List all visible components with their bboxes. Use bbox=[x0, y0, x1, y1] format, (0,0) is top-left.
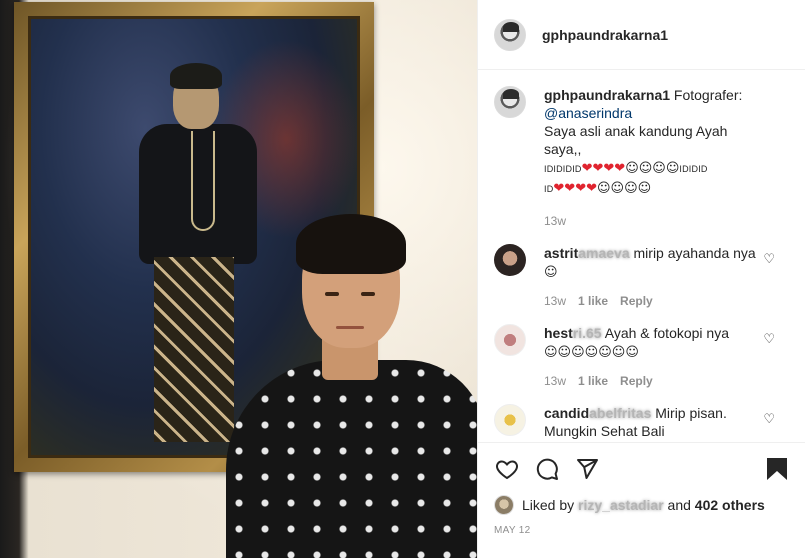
comment-text: hestri.65 Ayah & fotokopi nya ☺☺☺☺☺☺☺ bbox=[544, 324, 759, 362]
commenter-avatar[interactable] bbox=[494, 324, 526, 356]
heart-emoji-icon: ❤❤❤❤ bbox=[553, 181, 597, 196]
commenter-avatar[interactable] bbox=[494, 244, 526, 276]
painted-figure-cap bbox=[170, 63, 222, 89]
comment-content-line2: Mungkin Sehat Bali bbox=[544, 423, 665, 439]
man-eye bbox=[325, 292, 339, 296]
caption-emoji-prefix-2: ID bbox=[544, 184, 554, 194]
comment-content: Mirip pisan. bbox=[655, 405, 727, 421]
action-bar bbox=[494, 453, 790, 485]
comment-body: hestri.65 Ayah & fotokopi nya ☺☺☺☺☺☺☺ 13… bbox=[544, 324, 789, 404]
caption-prefix: Fotografer: bbox=[673, 87, 743, 103]
author-username[interactable]: gphpaundrakarna1 bbox=[542, 27, 668, 43]
bookmark-icon[interactable] bbox=[764, 456, 790, 482]
comment-content: Ayah & fotokopi nya bbox=[604, 325, 730, 341]
post-header: gphpaundrakarna1 bbox=[478, 0, 805, 70]
liked-by-name: rizy_astadiar bbox=[578, 497, 664, 513]
liked-by-prefix: Liked by bbox=[522, 497, 575, 513]
comment-content: mirip ayahanda nya bbox=[633, 245, 756, 261]
caption-time[interactable]: 13w bbox=[544, 214, 566, 228]
comment-heart-icon[interactable]: ♡ bbox=[763, 332, 775, 347]
comment-body: candidabelfritas Mirip pisan. Mungkin Se… bbox=[544, 404, 789, 440]
comment-username[interactable]: astrit bbox=[544, 245, 578, 261]
man-hair bbox=[296, 214, 406, 274]
comment-text: candidabelfritas Mirip pisan. Mungkin Se… bbox=[544, 404, 759, 440]
man-eye bbox=[361, 292, 375, 296]
author-avatar[interactable] bbox=[494, 18, 526, 51]
painted-figure-sarong bbox=[154, 257, 234, 442]
caption-line2: Saya asli anak kandung Ayah saya,, bbox=[544, 123, 728, 157]
comment-item: hestri.65 Ayah & fotokopi nya ☺☺☺☺☺☺☺ 13… bbox=[494, 324, 789, 404]
comment-text: astritamaeva mirip ayahanda nya ☺ bbox=[544, 244, 759, 282]
reply-button[interactable]: Reply bbox=[620, 374, 653, 388]
comment-heart-icon[interactable]: ♡ bbox=[763, 252, 775, 267]
man-shirt bbox=[226, 360, 477, 558]
comment-meta: 13w 1 like Reply bbox=[544, 374, 759, 388]
royal-face-emoji-icon: ☺☺☺☺ bbox=[625, 161, 680, 176]
caption-emoji-suffix-1: IDIDID bbox=[679, 164, 708, 174]
comment-heart-icon[interactable]: ♡ bbox=[763, 412, 775, 427]
liked-by-conjunction: and bbox=[667, 497, 691, 513]
comment-username[interactable]: hest bbox=[544, 325, 573, 341]
liked-by-others[interactable]: 402 others bbox=[695, 497, 765, 513]
painted-figure-chain bbox=[191, 131, 215, 231]
comment-username-obscured: ri.65 bbox=[572, 325, 602, 341]
comment-time[interactable]: 13w bbox=[544, 294, 566, 308]
comment-item: astritamaeva mirip ayahanda nya ☺ 13w 1 … bbox=[494, 244, 789, 324]
caption-username[interactable]: gphpaundrakarna1 bbox=[544, 87, 670, 103]
comment-meta: 13w 1 like Reply bbox=[544, 294, 759, 308]
liked-by: Liked by rizy_astadiar and 402 others bbox=[494, 495, 790, 515]
comments-list[interactable]: gphpaundrakarna1 Fotografer: @anaserindr… bbox=[478, 70, 805, 442]
caption-mention[interactable]: @anaserindra bbox=[544, 105, 632, 121]
comment-username-obscured: abelfritas bbox=[589, 405, 652, 421]
caption-body: gphpaundrakarna1 Fotografer: @anaserindr… bbox=[544, 86, 789, 244]
comment-likes[interactable]: 1 like bbox=[578, 294, 608, 308]
reply-button[interactable]: Reply bbox=[620, 294, 653, 308]
comment-body: astritamaeva mirip ayahanda nya ☺ 13w 1 … bbox=[544, 244, 789, 324]
caption-meta: 13w bbox=[544, 214, 759, 228]
comment-likes[interactable]: 1 like bbox=[578, 374, 608, 388]
comment-icon[interactable] bbox=[534, 456, 560, 482]
heart-emoji-icon: ❤❤❤❤ bbox=[581, 161, 626, 176]
comment-time[interactable]: 13w bbox=[544, 374, 566, 388]
post-actions: Liked by rizy_astadiar and 402 others MA… bbox=[478, 442, 805, 536]
liker-avatar[interactable] bbox=[494, 495, 514, 515]
caption: gphpaundrakarna1 Fotografer: @anaserindr… bbox=[494, 86, 789, 244]
caption-avatar[interactable] bbox=[494, 86, 526, 118]
smile-emoji-icon: ☺ bbox=[544, 265, 558, 280]
caption-emoji-prefix-1: IDIDIDID bbox=[544, 164, 582, 174]
instagram-post-view: gphpaundrakarna1 gphpaundrakarna1 Fotogr… bbox=[0, 0, 805, 558]
share-icon[interactable] bbox=[574, 456, 600, 482]
comment-username-obscured: amaeva bbox=[578, 245, 630, 261]
smile-emoji-icon: ☺☺☺☺☺☺☺ bbox=[544, 345, 639, 360]
commenter-avatar[interactable] bbox=[494, 404, 526, 436]
man-mouth bbox=[336, 326, 364, 329]
royal-face-emoji-icon: ☺☺☺☺ bbox=[596, 181, 652, 196]
post-date[interactable]: MAY 12 bbox=[494, 525, 790, 536]
caption-text: gphpaundrakarna1 Fotografer: @anaserindr… bbox=[544, 86, 759, 198]
heart-icon[interactable] bbox=[494, 456, 520, 482]
comment-username[interactable]: candid bbox=[544, 405, 589, 421]
post-side-panel: gphpaundrakarna1 gphpaundrakarna1 Fotogr… bbox=[477, 0, 805, 558]
post-photo[interactable] bbox=[0, 0, 477, 558]
comment-item: candidabelfritas Mirip pisan. Mungkin Se… bbox=[494, 404, 789, 440]
